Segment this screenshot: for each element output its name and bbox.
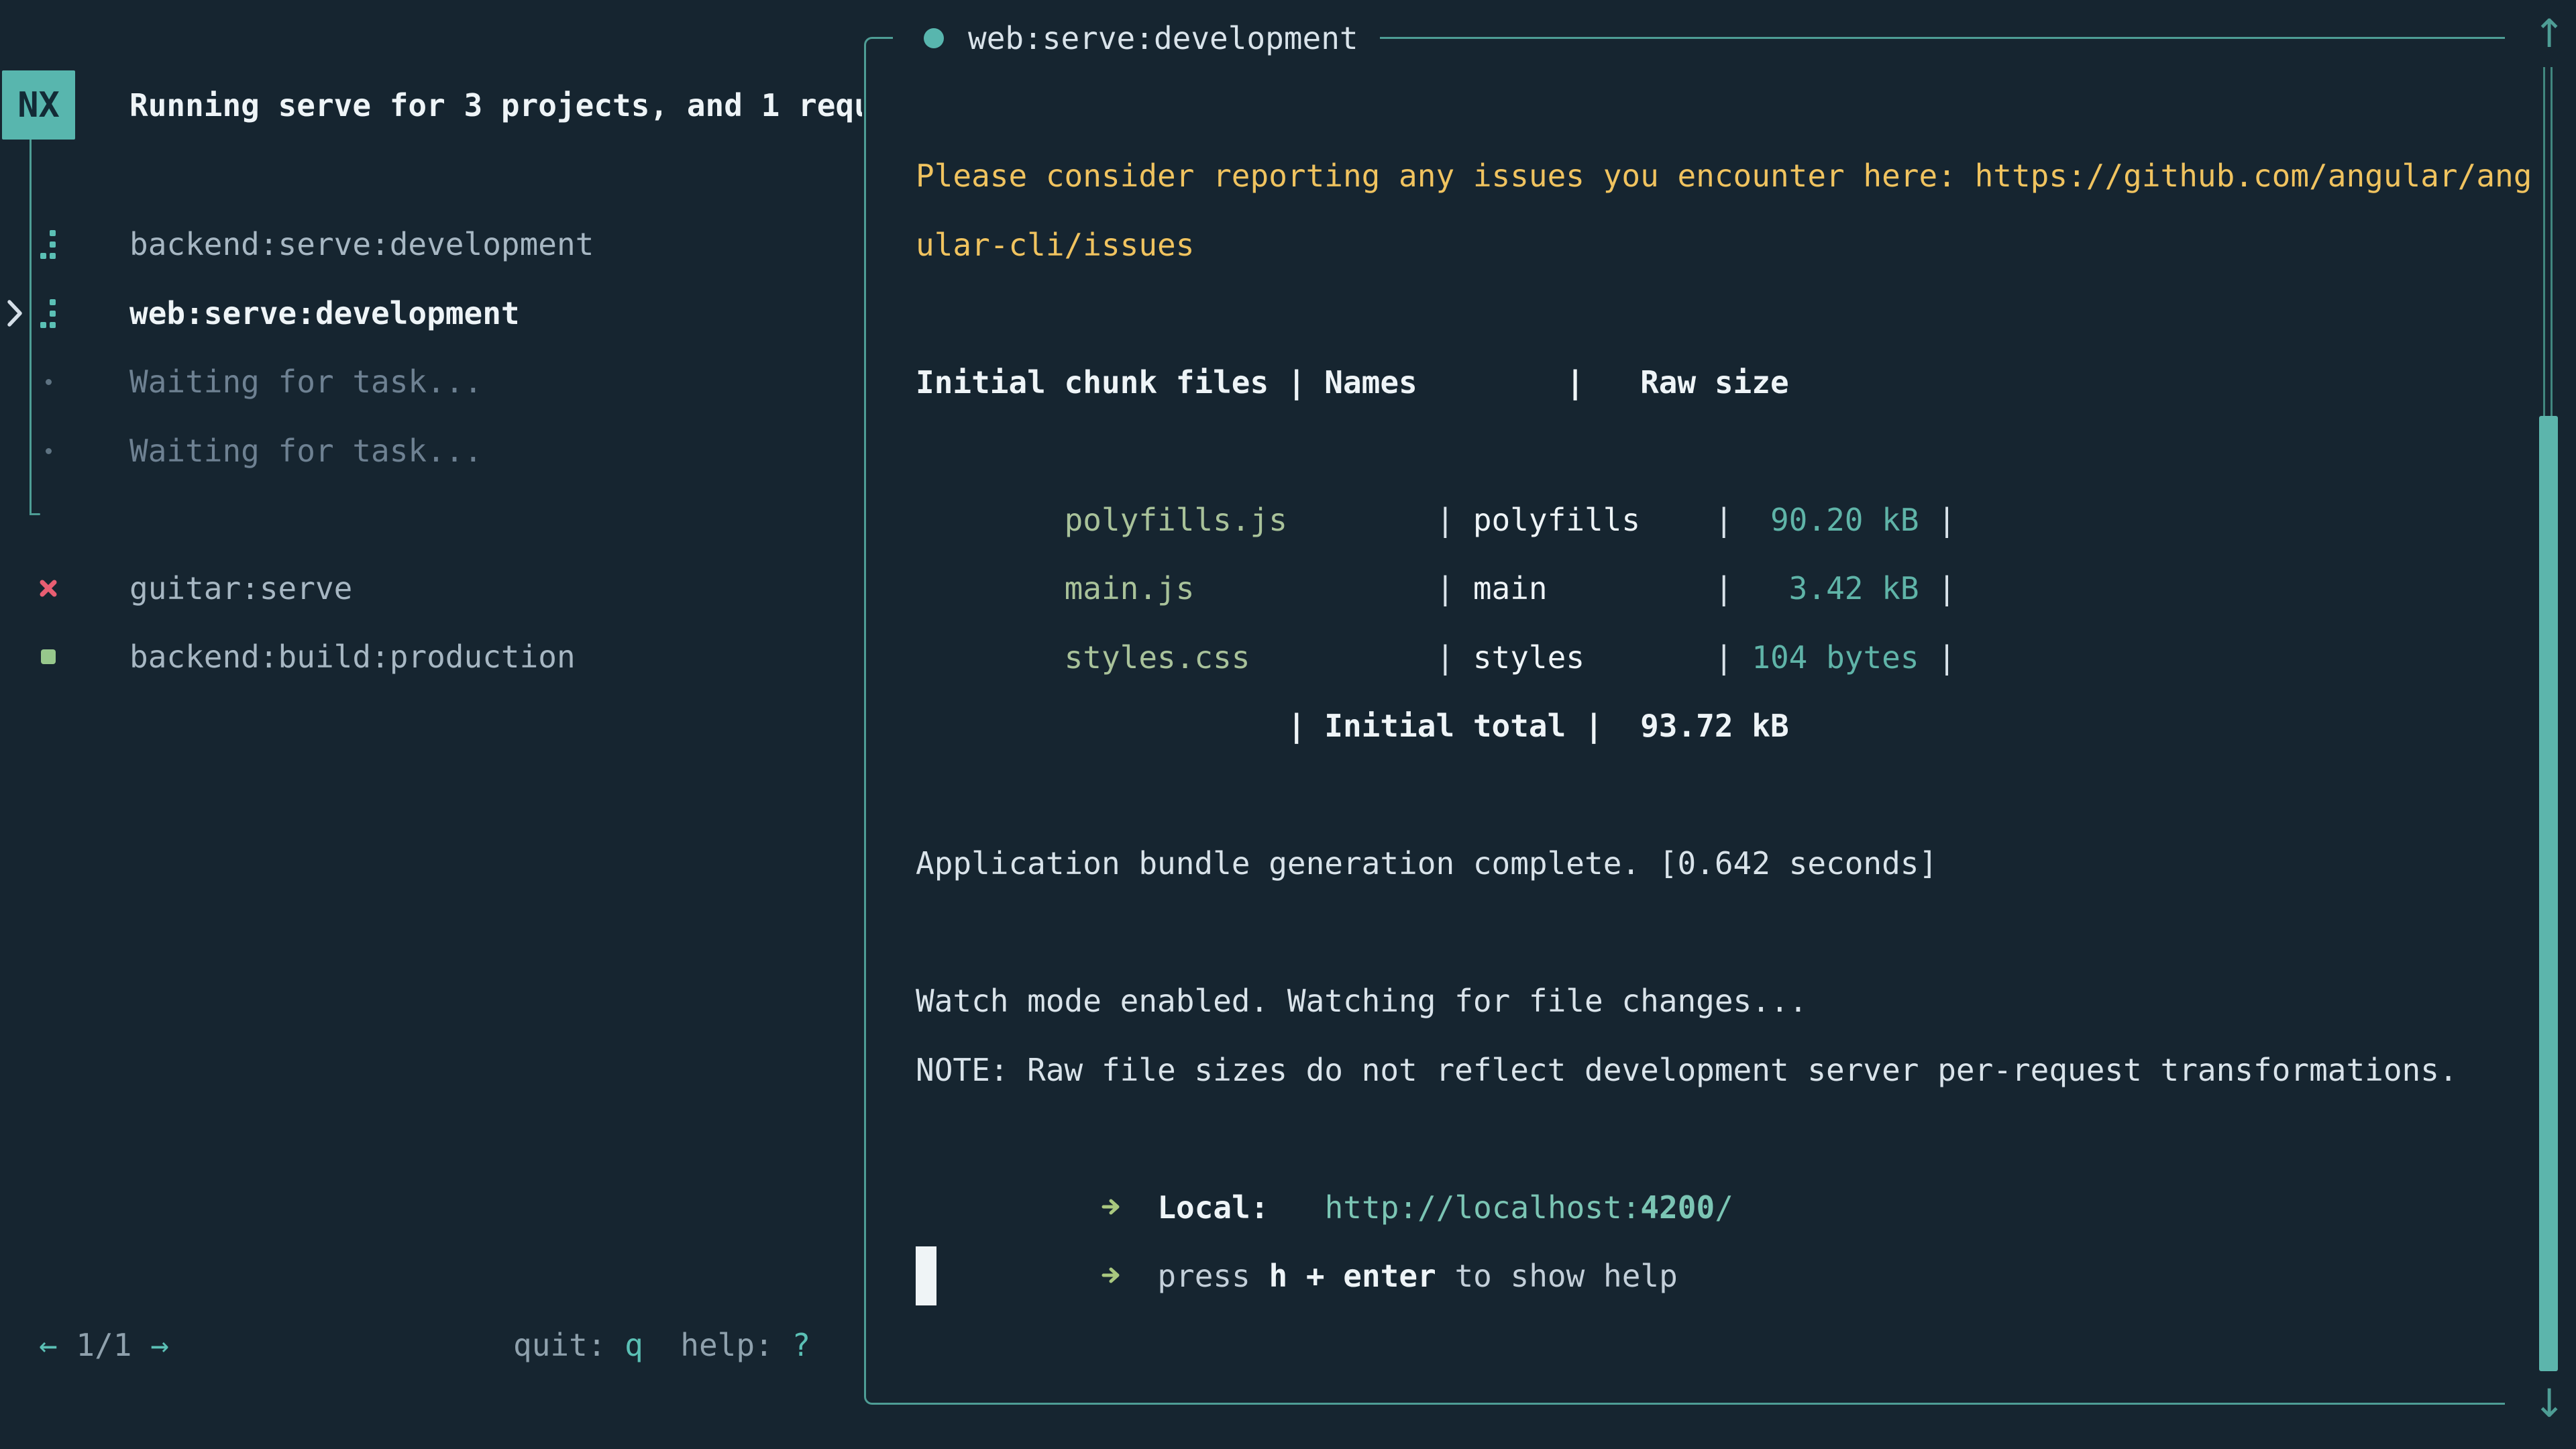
task-label: guitar:serve [129, 570, 352, 606]
terminal-output: Please consider reporting any issues you… [916, 142, 2499, 1311]
blank-line [916, 898, 2499, 967]
chunk-size-cell: 104 bytes [1733, 639, 1938, 676]
prompt-arrow-icon [1102, 1242, 1120, 1311]
page-title: Running serve for 3 projects, and 1 requ [129, 70, 862, 140]
gap [1269, 1189, 1325, 1226]
task-item-backend-serve[interactable]: backend:serve:development [0, 210, 864, 278]
scrollbar-thumb[interactable] [2539, 416, 2558, 1371]
scrollbar-track[interactable] [2543, 67, 2553, 419]
scroll-up-arrow-icon[interactable]: ↑ [2529, 7, 2569, 60]
help-key: ? [792, 1327, 810, 1363]
running-status-icon [924, 28, 944, 48]
task-item-guitar-serve[interactable]: guitar:serve [0, 554, 864, 623]
prompt-arrow-icon [1102, 1173, 1120, 1242]
pager-position: 1/1 [58, 1327, 150, 1363]
task-item-backend-build[interactable]: backend:build:production [0, 623, 864, 691]
chunk-file-cell: polyfills.js [1065, 502, 1436, 538]
gap [1120, 1258, 1157, 1294]
chunk-table-row: polyfills.js | polyfills | 90.20 kB | [916, 417, 2499, 486]
table-divider: | [1937, 570, 1956, 606]
shortcut-separator [643, 1327, 680, 1363]
quit-key: q [625, 1327, 643, 1363]
table-divider: | [1715, 639, 1733, 676]
task-label: Waiting for task... [129, 433, 482, 469]
chunk-size-cell: 90.20 kB [1733, 502, 1938, 538]
sidebar-bottom-bar: ← 1/1 → quit: q help: ? [0, 1310, 864, 1379]
url-suffix: / [1715, 1189, 1733, 1226]
initial-total-row: | Initial total | 93.72 kB [916, 692, 2499, 761]
help-label: help: [680, 1327, 792, 1363]
table-divider: | [1715, 570, 1733, 606]
task-output-panel: web:serve:development Please consider re… [864, 37, 2505, 1405]
table-divider: | [1436, 639, 1454, 676]
chunk-name-cell: polyfills [1454, 502, 1715, 538]
local-label: Local: [1157, 1189, 1269, 1226]
pending-dot-icon [34, 417, 62, 485]
hint-keys: h + enter [1269, 1258, 1436, 1294]
terminal-cursor [916, 1246, 936, 1305]
nx-logo: NX [2, 70, 75, 140]
scroll-down-arrow-icon[interactable]: ↓ [2529, 1377, 2569, 1430]
table-divider: | [1937, 639, 1956, 676]
success-square-icon [34, 623, 62, 691]
task-item-web-serve[interactable]: web:serve:development [0, 279, 864, 347]
chunk-size-cell: 3.42 kB [1733, 570, 1938, 606]
pager-next-button[interactable]: → [150, 1327, 169, 1363]
task-group-connector-foot [30, 513, 40, 515]
table-divider: | [1436, 502, 1454, 538]
indent [1065, 1189, 1102, 1226]
issue-notice-line-1: Please consider reporting any issues you… [916, 142, 2499, 211]
url-prefix: http://localhost: [1325, 1189, 1641, 1226]
url-port: 4200 [1640, 1189, 1715, 1226]
quit-label: quit: [513, 1327, 625, 1363]
keyboard-shortcuts: quit: q help: ? [513, 1310, 810, 1379]
chunk-name-cell: styles [1454, 639, 1715, 676]
spinner-icon [34, 210, 62, 278]
task-label: Waiting for task... [129, 364, 482, 400]
spinner-icon [34, 279, 62, 347]
watch-mode-line: Watch mode enabled. Watching for file ch… [916, 967, 2499, 1036]
chunk-name-cell: main [1454, 570, 1715, 606]
task-label: backend:build:production [129, 639, 576, 675]
task-label: web:serve:development [129, 295, 520, 331]
gap [1120, 1189, 1157, 1226]
pending-dot-icon [34, 347, 62, 416]
pager-prev-button[interactable]: ← [39, 1327, 58, 1363]
raw-size-note-line: NOTE: Raw file sizes do not reflect deve… [916, 1036, 2499, 1105]
hint-prefix: press [1157, 1258, 1269, 1294]
panel-title-label: web:serve:development [968, 20, 1358, 56]
blank-line [916, 279, 2499, 348]
bundle-complete-line: Application bundle generation complete. … [916, 829, 2499, 898]
hint-suffix: to show help [1436, 1258, 1678, 1294]
local-url-line: Local: http://localhost:4200/ [916, 1104, 2499, 1173]
chunk-file-cell: main.js [1065, 570, 1436, 606]
pager: ← 1/1 → [39, 1310, 169, 1379]
localhost-url-link[interactable]: http://localhost:4200/ [1325, 1189, 1733, 1226]
task-item-waiting-1[interactable]: Waiting for task... [0, 347, 864, 416]
failed-cross-icon [34, 554, 62, 623]
panel-title: web:serve:development [893, 5, 1380, 72]
table-divider: | [1715, 502, 1733, 538]
chunk-file-cell: styles.css [1065, 639, 1436, 676]
selected-chevron-icon [1, 279, 28, 347]
table-divider: | [1436, 570, 1454, 606]
task-item-waiting-2[interactable]: Waiting for task... [0, 417, 864, 485]
task-label: backend:serve:development [129, 226, 594, 262]
table-divider: | [1937, 502, 1956, 538]
issue-notice-line-2: ular-cli/issues [916, 211, 2499, 280]
indent [1065, 1258, 1102, 1294]
header-row: NX Running serve for 3 projects, and 1 r… [0, 70, 864, 140]
chunk-table-header: Initial chunk files | Names | Raw size [916, 348, 2499, 417]
blank-line [916, 761, 2499, 830]
sidebar: NX Running serve for 3 projects, and 1 r… [0, 0, 864, 1449]
